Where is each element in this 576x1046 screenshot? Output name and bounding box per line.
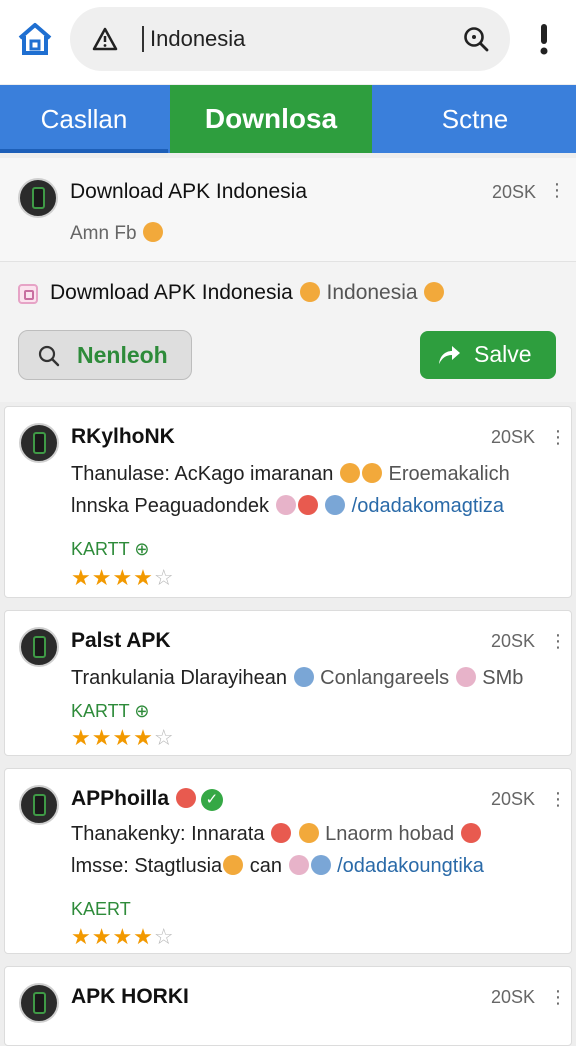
app-description: Trankulania Dlarayihean Conlangareels SM… [71, 667, 524, 689]
app-name: APK HORKI [71, 985, 189, 1008]
search-field[interactable]: Indonesia [70, 7, 510, 71]
star-rating: ★★★★☆ [71, 725, 175, 750]
app-more-icon[interactable]: ⋮ [549, 789, 567, 810]
home-icon[interactable] [16, 20, 54, 58]
app-tag[interactable]: KAERT [71, 899, 131, 920]
app-link[interactable]: /odadakoungtika [337, 855, 484, 877]
more-options-icon[interactable] [530, 20, 558, 60]
app-icon [19, 627, 59, 667]
app-size: 20SK [491, 987, 536, 1007]
promo-text: Dowmload APK Indonesia Indonesia [50, 281, 445, 305]
tab-downlosa[interactable]: Downlosa [170, 85, 372, 153]
app-name: RKylhoNK [71, 425, 175, 448]
app-link[interactable]: /odadakomagtiza [352, 495, 504, 517]
app-card[interactable]: APPhoilla ✓ 20SK ⋮ Thanakenky: Innarata … [4, 768, 572, 954]
warning-icon [92, 27, 118, 51]
save-button[interactable]: Salve [420, 331, 556, 379]
app-description: Thanakenky: Innarata Lnaorm hobad [71, 823, 482, 846]
app-icon [19, 983, 59, 1023]
search-icon[interactable] [462, 25, 490, 53]
search-query[interactable]: Indonesia [150, 26, 245, 52]
app-name: APPhoilla ✓ [71, 787, 223, 811]
app-description: Thanulase: AcKago imaranan Eroemakalich [71, 463, 510, 485]
app-more-icon[interactable]: ⋮ [549, 987, 567, 1008]
tab-casllan[interactable]: Casllan [0, 85, 168, 153]
app-size: 20SK [491, 427, 536, 447]
emoji-icon [142, 222, 163, 242]
app-description-2: lnnska Peaguadondek /odadakomagtiza [71, 495, 504, 517]
promo-icon [18, 284, 38, 304]
app-description-2: lmsse: Stagtlusia can /odadakoungtika [71, 855, 484, 877]
app-card[interactable]: RKylhoNK 20SK ⋮ Thanulase: AcKago imaran… [4, 406, 572, 598]
verified-icon: ✓ [200, 789, 223, 811]
share-arrow-icon [439, 346, 460, 364]
app-name: Palst APK [71, 629, 171, 652]
tab-indicator [0, 149, 168, 153]
app-more-icon[interactable]: ⋮ [549, 427, 567, 448]
app-icon [19, 785, 59, 825]
featured-subtitle: Amn Fb [70, 222, 164, 245]
emoji-icon [299, 282, 320, 302]
text-cursor [142, 26, 144, 52]
featured-title: Download APK Indonesia [70, 180, 307, 203]
emoji-icon [424, 282, 445, 302]
app-card[interactable]: Palst APK 20SK ⋮ Trankulania Dlarayihean… [4, 610, 572, 756]
top-bar: Indonesia [0, 0, 576, 84]
app-tag[interactable]: KARTT ⊕ [71, 539, 149, 560]
search-button[interactable]: Nenleoh [18, 330, 192, 380]
tab-bar: Casllan Downlosa Sctne [0, 85, 576, 153]
app-size: 20SK [491, 789, 536, 809]
featured-size: 20SK [492, 182, 537, 202]
app-tag[interactable]: KARTT ⊕ [71, 701, 149, 722]
app-icon [19, 423, 59, 463]
star-rating: ★★★★☆ [71, 924, 175, 949]
featured-item[interactable]: Download APK Indonesia 20SK ⋮ Amn Fb [0, 158, 576, 262]
save-button-label: Salve [474, 341, 532, 367]
featured-more-icon[interactable]: ⋮ [548, 180, 566, 201]
search-icon [38, 345, 60, 367]
search-button-label: Nenleoh [77, 342, 168, 368]
tab-sctne[interactable]: Sctne [374, 85, 576, 153]
star-rating: ★★★★☆ [71, 565, 175, 590]
app-card[interactable]: APK HORKI 20SK ⋮ [4, 966, 572, 1046]
app-size: 20SK [491, 631, 536, 651]
app-icon [18, 178, 58, 218]
app-more-icon[interactable]: ⋮ [549, 631, 567, 652]
